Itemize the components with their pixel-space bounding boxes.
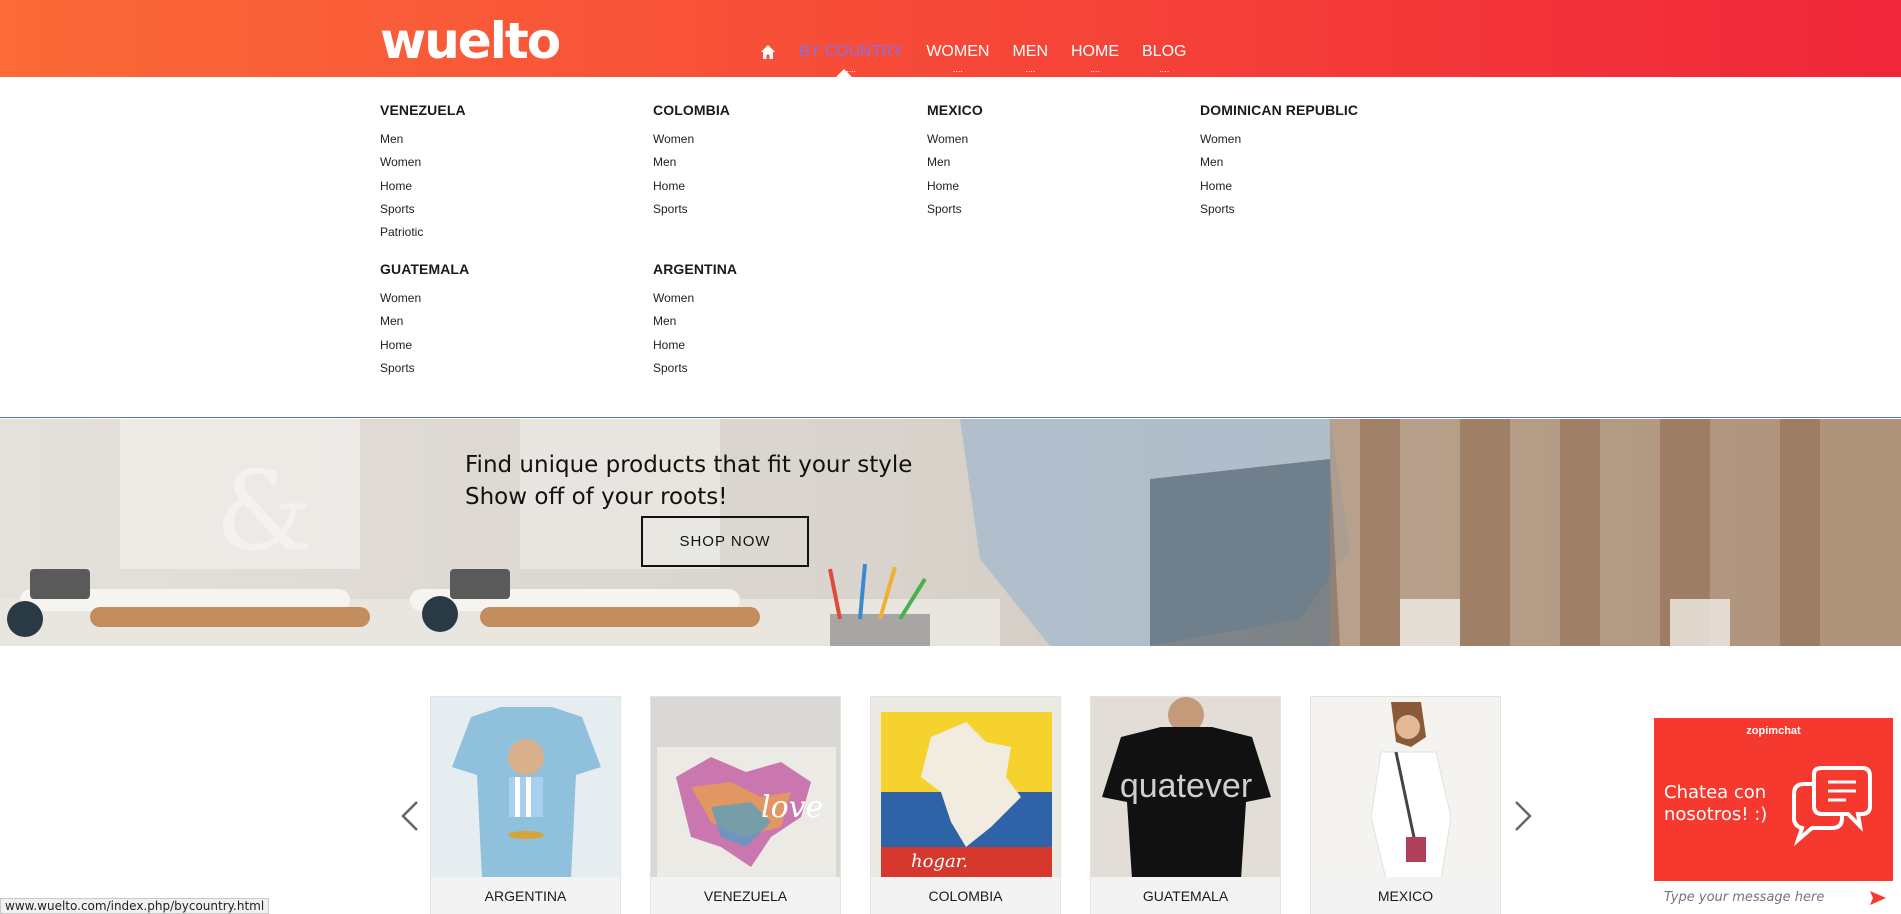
carousel-prev-arrow[interactable] — [395, 796, 425, 836]
country-link[interactable]: Patriotic — [380, 221, 610, 244]
country-link[interactable]: Sports — [653, 198, 883, 221]
hero-headline: Find unique products that fit your style — [465, 452, 913, 478]
country-column-colombia: COLOMBIA Women Men Home Sports — [653, 102, 883, 221]
country-link[interactable]: Home — [653, 175, 883, 198]
chat-widget[interactable]: zopimchat Chatea con nosotros! :) — [1654, 718, 1893, 914]
country-link[interactable]: Sports — [653, 357, 883, 380]
country-link[interactable]: Home — [380, 175, 610, 198]
hero-text: Find unique products that fit your style… — [465, 449, 912, 513]
carousel-card-venezuela[interactable]: love VENEZUELA — [650, 696, 841, 914]
nav-item-label: WOMEN — [926, 43, 990, 60]
country-link[interactable]: Home — [1200, 175, 1430, 198]
country-heading[interactable]: ARGENTINA — [653, 261, 883, 277]
nav-dots: .... — [952, 64, 963, 74]
country-link[interactable]: Women — [927, 128, 1157, 151]
carousel-card-argentina[interactable]: ARGENTINA — [430, 696, 621, 914]
nav-item-label: BY COUNTRY — [799, 43, 904, 60]
country-heading[interactable]: VENEZUELA — [380, 102, 610, 118]
product-carousel: ARGENTINA love VENEZUELA hogar. COLOMBIA — [0, 646, 1901, 914]
nav-item-label: MEN — [1012, 43, 1048, 60]
chat-greeting: Chatea con nosotros! :) — [1664, 782, 1767, 826]
country-heading[interactable]: GUATEMALA — [380, 261, 610, 277]
nav-item-blog[interactable]: BLOG .... — [1142, 40, 1187, 74]
country-link[interactable]: Home — [380, 334, 610, 357]
country-link[interactable]: Men — [653, 151, 883, 174]
hero-banner: & Find unique products that fit your sty… — [0, 419, 1901, 646]
country-link[interactable]: Women — [380, 287, 610, 310]
country-link[interactable]: Men — [1200, 151, 1430, 174]
country-column-dominican-republic: DOMINICAN REPUBLIC Women Men Home Sports — [1200, 102, 1430, 221]
product-image-pillow: hogar. — [871, 697, 1060, 879]
nav-dots: .... — [1159, 64, 1170, 74]
country-link[interactable]: Women — [1200, 128, 1430, 151]
home-icon[interactable] — [760, 44, 776, 60]
country-link[interactable]: Sports — [380, 198, 610, 221]
pillow-text: hogar. — [911, 851, 968, 872]
carousel-next-arrow[interactable] — [1508, 796, 1538, 836]
site-header: wuelto BY COUNTRY .... WOMEN .... MEN ..… — [0, 0, 1901, 77]
country-mega-menu: VENEZUELA Men Women Home Sports Patrioti… — [0, 77, 1901, 418]
country-link[interactable]: Home — [653, 334, 883, 357]
card-label: GUATEMALA — [1091, 877, 1280, 914]
nav-dots: .... — [1025, 64, 1036, 74]
nav-item-label: BLOG — [1142, 43, 1187, 60]
svg-text:&: & — [215, 447, 313, 575]
browser-status-bar: www.wuelto.com/index.php/bycountry.html — [0, 898, 270, 914]
product-image-tshirt — [431, 697, 620, 879]
country-link[interactable]: Men — [380, 310, 610, 333]
product-image-print: love — [651, 697, 840, 879]
dropdown-caret — [836, 69, 852, 77]
country-heading[interactable]: MEXICO — [927, 102, 1157, 118]
country-link[interactable]: Sports — [380, 357, 610, 380]
main-nav: BY COUNTRY .... WOMEN .... MEN .... HOME… — [760, 40, 1209, 74]
country-link[interactable]: Women — [653, 287, 883, 310]
country-heading[interactable]: DOMINICAN REPUBLIC — [1200, 102, 1430, 118]
country-column-argentina: ARGENTINA Women Men Home Sports — [653, 261, 883, 380]
nav-item-home[interactable]: HOME .... — [1071, 40, 1119, 74]
product-image-black-tshirt: quatever — [1091, 697, 1280, 879]
site-logo[interactable]: wuelto — [380, 16, 561, 66]
product-image-model — [1311, 697, 1500, 880]
nav-item-men[interactable]: MEN .... — [1012, 40, 1048, 74]
nav-item-label: HOME — [1071, 43, 1119, 60]
country-link[interactable]: Men — [380, 128, 610, 151]
country-link[interactable]: Men — [927, 151, 1157, 174]
country-link[interactable]: Sports — [927, 198, 1157, 221]
nav-item-by-country[interactable]: BY COUNTRY .... — [799, 40, 904, 74]
hero-background-image: & — [0, 419, 1901, 646]
card-label: VENEZUELA — [651, 877, 840, 914]
country-link[interactable]: Women — [380, 151, 610, 174]
shop-now-button[interactable]: SHOP NOW — [641, 516, 809, 567]
chat-message-input[interactable] — [1654, 881, 1893, 914]
country-heading[interactable]: COLOMBIA — [653, 102, 883, 118]
chat-bubble-icon — [1792, 766, 1872, 847]
hero-subheadline: Show off of your roots! — [465, 484, 728, 510]
chat-greeting-line: Chatea con — [1664, 782, 1767, 803]
send-icon[interactable] — [1869, 890, 1887, 906]
country-column-guatemala: GUATEMALA Women Men Home Sports — [380, 261, 610, 380]
country-column-venezuela: VENEZUELA Men Women Home Sports Patrioti… — [380, 102, 610, 244]
carousel-card-guatemala[interactable]: quatever GUATEMALA — [1090, 696, 1281, 914]
svg-text:love: love — [761, 790, 823, 825]
nav-dots: .... — [1089, 64, 1101, 74]
carousel-card-mexico[interactable]: MEXICO — [1310, 696, 1501, 914]
carousel-card-colombia[interactable]: hogar. COLOMBIA — [870, 696, 1061, 914]
card-label: COLOMBIA — [871, 877, 1060, 914]
chat-brand: zopimchat — [1746, 725, 1801, 737]
card-label: ARGENTINA — [431, 877, 620, 914]
country-column-mexico: MEXICO Women Men Home Sports — [927, 102, 1157, 221]
country-link[interactable]: Men — [653, 310, 883, 333]
tshirt-text: quatever — [1120, 767, 1252, 805]
card-label: MEXICO — [1311, 877, 1500, 914]
country-link[interactable]: Home — [927, 175, 1157, 198]
chat-greeting-line: nosotros! :) — [1664, 804, 1768, 825]
nav-item-women[interactable]: WOMEN .... — [926, 40, 990, 74]
country-link[interactable]: Sports — [1200, 198, 1430, 221]
country-link[interactable]: Women — [653, 128, 883, 151]
